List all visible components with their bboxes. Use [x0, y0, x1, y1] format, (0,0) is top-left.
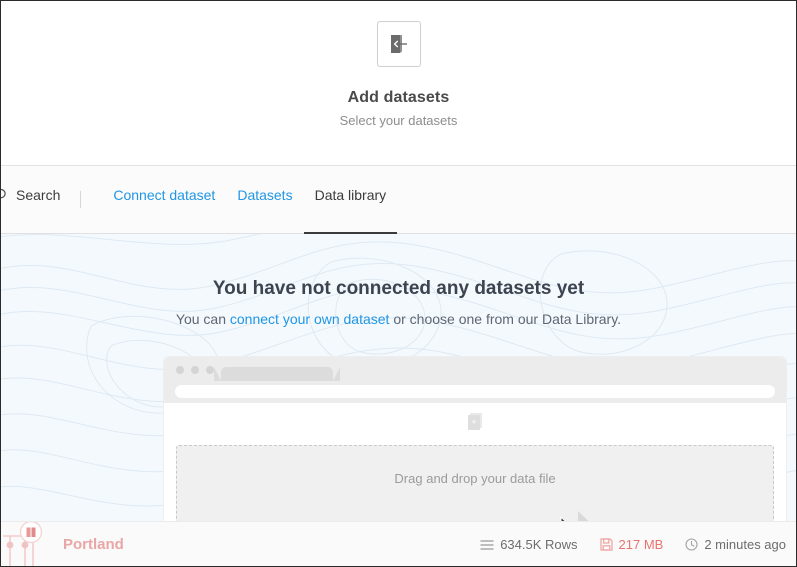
- project-badge[interactable]: Portland: [1, 522, 124, 566]
- stat-size: 217 MB: [599, 537, 664, 552]
- stat-updated: 2 minutes ago: [685, 537, 786, 552]
- empty-sub-before: You can: [175, 311, 230, 327]
- empty-state-title: You have not connected any datasets yet: [212, 278, 585, 299]
- stat-updated-label: 2 minutes ago: [704, 537, 786, 552]
- page-title: Add datasets: [347, 89, 450, 106]
- connect-own-dataset-link[interactable]: connect your own dataset: [230, 311, 390, 327]
- clock-icon: [685, 538, 698, 551]
- doc-plus-glyph: +: [471, 417, 477, 427]
- drop-zone-label: Drag and drop your data file: [394, 471, 556, 486]
- tab-connect-dataset[interactable]: Connect dataset: [102, 166, 226, 234]
- stat-rows: 634.5K Rows: [480, 537, 578, 552]
- import-dataset-glyph: [390, 35, 407, 53]
- mock-browser-tab: [214, 367, 340, 381]
- status-footer: Portland 634.5K Rows 217 MB 2 minutes ag…: [1, 521, 796, 566]
- rows-list-icon: [480, 539, 494, 551]
- stat-rows-label: 634.5K Rows: [500, 537, 578, 552]
- data-library-book-icon: [3, 522, 43, 566]
- import-dataset-icon: [376, 21, 421, 67]
- page-subtitle: Select your datasets: [339, 113, 458, 128]
- tab-data-library[interactable]: Data library: [303, 166, 398, 234]
- mock-traffic-lights: [176, 366, 214, 374]
- mock-page-content: + Drag and drop your data file: [164, 403, 786, 521]
- tabbar-divider: [80, 191, 82, 208]
- mock-address-bar: [175, 385, 775, 398]
- empty-sub-after: or choose one from our Data Library.: [389, 311, 622, 327]
- tab-list: Connect dataset Datasets Data library: [102, 166, 397, 234]
- search-input[interactable]: Search: [1, 166, 61, 203]
- browser-mockup-illustration: + Drag and drop your data file: [164, 357, 786, 521]
- drop-zone[interactable]: Drag and drop your data file: [176, 445, 774, 521]
- empty-state-subtitle: You can connect your own dataset or choo…: [1, 311, 796, 327]
- dataset-tabbar: Search Connect dataset Datasets Data lib…: [1, 165, 796, 234]
- add-datasets-header: Add datasets Select your datasets: [1, 1, 796, 165]
- search-icon: [1, 188, 9, 202]
- search-placeholder-label: Search: [16, 187, 61, 203]
- new-document-icon: +: [468, 413, 482, 430]
- mock-dot-minimize: [191, 366, 199, 374]
- save-disk-icon: [599, 538, 613, 551]
- tab-datasets[interactable]: Datasets: [226, 166, 303, 234]
- stat-size-label: 217 MB: [618, 537, 664, 552]
- mock-browser-chrome: [164, 357, 786, 403]
- data-library-panel: You have not connected any datasets yet …: [1, 234, 796, 521]
- project-name[interactable]: Portland: [63, 536, 124, 553]
- footer-stats: 634.5K Rows 217 MB 2 minutes ago: [480, 522, 786, 566]
- mock-dot-close: [176, 366, 184, 374]
- app-window: Add datasets Select your datasets Search…: [0, 0, 797, 567]
- mock-dot-maximize: [206, 366, 214, 374]
